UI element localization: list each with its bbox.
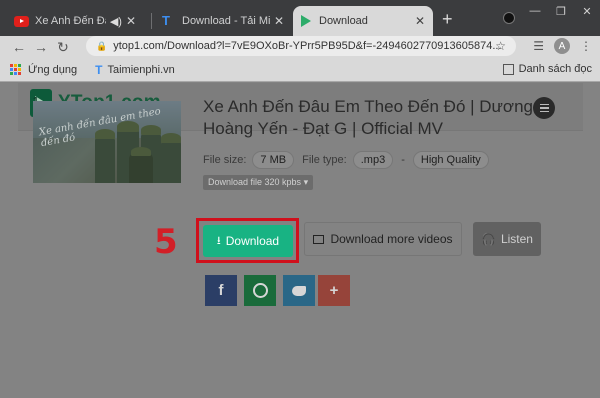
taimienphi-icon: T — [162, 13, 170, 28]
close-window-icon[interactable]: ✕ — [574, 0, 600, 22]
bookmark-apps[interactable]: Ứng dụng — [10, 63, 78, 76]
video-icon — [313, 234, 325, 244]
download-more-label: Download more videos — [330, 232, 453, 246]
reading-list-icon — [502, 63, 514, 75]
headphones-icon: 🎧 — [481, 232, 496, 246]
file-size-label: File size: — [203, 154, 247, 166]
reading-list[interactable]: Danh sách đọc — [502, 63, 592, 75]
apps-grid-icon — [10, 63, 22, 76]
close-icon[interactable]: ✕ — [270, 14, 284, 28]
bookmark-taimienphi[interactable]: T Taimienphi.vn — [95, 63, 175, 77]
lock-icon[interactable]: 🔒 — [96, 41, 107, 52]
youtube-icon — [14, 15, 29, 27]
file-size-badge: 7 MB — [252, 151, 295, 169]
bookmarks-bar: Ứng dụng T Taimienphi.vn Danh sách đọc — [0, 58, 600, 82]
ytop1-play-icon — [301, 15, 311, 27]
close-icon[interactable]: ✕ — [411, 14, 425, 28]
menu-dots-icon[interactable]: ⋮ — [580, 39, 592, 53]
quality-badge: High Quality — [412, 151, 489, 169]
back-icon[interactable]: ← — [8, 39, 30, 55]
bookmark-label: Ứng dụng — [28, 63, 78, 76]
reload-icon[interactable]: ↻ — [52, 39, 74, 56]
download-more-button[interactable]: Download more videos — [304, 222, 462, 256]
download-button[interactable]: ⭳ Download — [203, 225, 293, 257]
avatar[interactable]: A — [554, 38, 570, 54]
audio-playing-icon[interactable]: ◀) — [110, 15, 122, 28]
tab-youtube[interactable]: Xe Anh Đến Đâu E ◀) ✕ — [6, 6, 144, 36]
tab-title: Download - Tải Miễn P — [182, 15, 270, 27]
file-meta: File size: 7 MB File type: .mp3 - High Q… — [203, 151, 497, 169]
file-type-badge: .mp3 — [352, 151, 394, 169]
file-type-label: File type: — [302, 154, 347, 166]
whatsapp-share-icon[interactable] — [244, 275, 276, 306]
separator: - — [401, 154, 405, 166]
download-icon: ⭳ — [216, 234, 221, 247]
download-button-label: Download — [225, 234, 280, 248]
url-text: ytop1.com/Download?l=7vE9OXoBr-YPrr5PB95… — [113, 40, 502, 52]
new-tab-icon[interactable]: + — [442, 9, 453, 30]
taimienphi-icon: T — [95, 62, 103, 77]
bookmark-star-icon[interactable]: ☆ — [495, 39, 506, 53]
more-share-icon[interactable]: + — [318, 275, 350, 306]
quality-dropdown-label: Download file 320 kpbs — [208, 177, 302, 187]
media-queue-icon[interactable]: ☰ — [533, 39, 544, 53]
twitter-share-icon[interactable] — [283, 275, 315, 306]
bookmark-label: Taimienphi.vn — [107, 63, 175, 76]
listen-label: Listen — [500, 232, 533, 246]
window-controls: — ❐ ✕ — [522, 0, 600, 26]
forward-icon[interactable]: → — [30, 39, 52, 55]
video-thumbnail: Xe anh đến đâu em theo đến đó — [33, 101, 181, 183]
quality-dropdown[interactable]: Download file 320 kpbs ▾ — [203, 175, 314, 190]
facebook-share-icon[interactable]: f — [205, 275, 237, 306]
tab-title: Download — [319, 15, 368, 27]
tab-search-icon[interactable] — [503, 12, 515, 24]
listen-button[interactable]: 🎧 Listen — [473, 222, 541, 256]
tab-strip: Xe Anh Đến Đâu E ◀) ✕ T Download - Tải M… — [0, 0, 600, 36]
tab-title: Xe Anh Đến Đâu E — [35, 15, 106, 27]
chevron-down-icon: ▾ — [303, 177, 309, 187]
video-title: Xe Anh Đến Đâu Em Theo Đến Đó | Dương Ho… — [203, 97, 533, 138]
tab-divider — [151, 13, 152, 29]
maximize-icon[interactable]: ❐ — [548, 0, 574, 22]
browser-toolbar: ← → ↻ 🔒 ytop1.com/Download?l=7vE9OXoBr-Y… — [0, 36, 600, 58]
reading-list-label: Danh sách đọc — [518, 63, 592, 75]
tab-taimienphi[interactable]: T Download - Tải Miễn P ✕ — [154, 6, 292, 36]
address-bar[interactable]: 🔒 ytop1.com/Download?l=7vE9OXoBr-YPrr5PB… — [86, 36, 516, 56]
close-icon[interactable]: ✕ — [122, 14, 136, 28]
tab-download[interactable]: Download ✕ — [293, 6, 433, 36]
minimize-icon[interactable]: — — [522, 0, 548, 22]
step-number: 5 — [154, 222, 178, 262]
